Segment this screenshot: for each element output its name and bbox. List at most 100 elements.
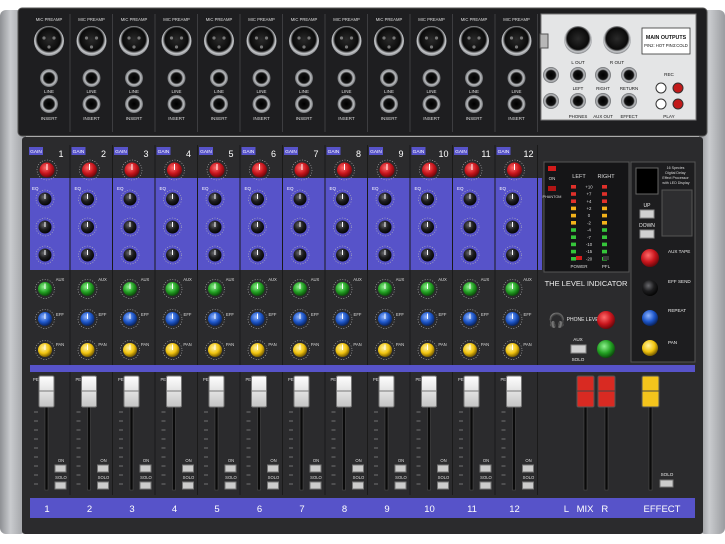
insert-jack-1[interactable] — [40, 95, 58, 113]
insert-jack-4[interactable] — [167, 95, 186, 113]
insert-jack-2[interactable] — [82, 95, 101, 113]
on-button-1[interactable] — [54, 464, 67, 473]
solo-button-7[interactable] — [309, 481, 322, 490]
eff-send-knob[interactable] — [642, 280, 658, 296]
line-jack-1[interactable] — [40, 69, 58, 87]
aux-tape-knob[interactable] — [641, 249, 659, 267]
line-label: LINE — [171, 89, 181, 94]
output-jack[interactable] — [621, 67, 637, 83]
xlr-input-8[interactable] — [331, 26, 362, 56]
line-jack-5[interactable] — [210, 69, 228, 87]
output-jack[interactable] — [543, 67, 559, 83]
xlr-input-2[interactable] — [76, 26, 107, 56]
usb-port[interactable] — [539, 33, 549, 49]
on-button-4[interactable] — [182, 464, 194, 473]
insert-jack-10[interactable] — [422, 95, 441, 113]
xlr-input-10[interactable] — [416, 26, 447, 56]
xlr-input-3[interactable] — [119, 26, 149, 56]
line-jack-12[interactable] — [507, 69, 526, 87]
aux-solo-switch[interactable] — [570, 344, 587, 354]
solo-button-9[interactable] — [394, 481, 407, 490]
line-jack-7[interactable] — [295, 69, 313, 87]
on-button-7[interactable] — [309, 464, 322, 473]
on-button-11[interactable] — [479, 464, 492, 473]
bottom-channel-label-12: 12 — [509, 504, 520, 515]
r-out-xlr[interactable] — [603, 26, 631, 54]
line-jack-8[interactable] — [337, 69, 356, 87]
play-jack-white[interactable] — [655, 98, 667, 110]
solo-button-10[interactable] — [437, 481, 449, 490]
fx-desc-line: Digital Delay — [665, 171, 685, 175]
aux-label: AUX — [183, 277, 192, 282]
rec-jack-white[interactable] — [655, 82, 667, 94]
xlr-input-9[interactable] — [374, 26, 404, 56]
on-button-3[interactable] — [139, 464, 152, 473]
on-button-8[interactable] — [352, 464, 364, 473]
xlr-input-12[interactable] — [501, 26, 532, 56]
solo-button-3[interactable] — [139, 481, 152, 490]
on-button-9[interactable] — [394, 464, 407, 473]
repeat-knob[interactable] — [642, 310, 658, 326]
on-button-12[interactable] — [522, 464, 534, 473]
output-jack[interactable] — [570, 93, 586, 109]
insert-jack-5[interactable] — [210, 95, 228, 113]
mic-preamp-label: MIC PREAMP — [121, 17, 148, 22]
insert-jack-6[interactable] — [252, 95, 271, 113]
line-jack-10[interactable] — [422, 69, 441, 87]
insert-jack-8[interactable] — [337, 95, 356, 113]
xlr-input-4[interactable] — [161, 26, 192, 56]
line-jack-2[interactable] — [82, 69, 101, 87]
solo-button-2[interactable] — [97, 481, 109, 490]
line-jack-11[interactable] — [465, 69, 483, 87]
solo-button-5[interactable] — [224, 481, 237, 490]
on-button-5[interactable] — [224, 464, 237, 473]
output-jack[interactable] — [570, 67, 586, 83]
pan-label: PAN — [353, 342, 361, 347]
on-button-6[interactable] — [267, 464, 279, 473]
effect-solo-button[interactable] — [659, 479, 674, 488]
output-jack[interactable] — [595, 67, 611, 83]
xlr-input-5[interactable] — [204, 26, 234, 56]
output-jack[interactable] — [595, 93, 611, 109]
xlr-input-7[interactable] — [289, 26, 319, 56]
solo-button-6[interactable] — [267, 481, 279, 490]
insert-jack-12[interactable] — [507, 95, 526, 113]
insert-jack-3[interactable] — [125, 95, 143, 113]
line-jack-4[interactable] — [167, 69, 186, 87]
xlr-input-6[interactable] — [246, 26, 277, 56]
on-button-10[interactable] — [437, 464, 449, 473]
insert-label: INSERT — [168, 116, 185, 121]
solo-button-11[interactable] — [479, 481, 492, 490]
solo-button-12[interactable] — [522, 481, 534, 490]
l-out-xlr[interactable] — [564, 26, 592, 54]
aux-label: AUX — [396, 277, 405, 282]
master-aux-knob[interactable] — [597, 340, 615, 358]
on-button-2[interactable] — [97, 464, 109, 473]
xlr-input-1[interactable] — [34, 26, 64, 56]
aux-label: AUX — [353, 277, 362, 282]
on-label: ON — [549, 176, 556, 181]
solo-button-1[interactable] — [54, 481, 67, 490]
master-pan-knob[interactable] — [642, 340, 658, 356]
xlr-input-11[interactable] — [459, 26, 489, 56]
meter-led-left — [571, 235, 576, 239]
rec-jack-red[interactable] — [672, 82, 684, 94]
insert-jack-9[interactable] — [380, 95, 398, 113]
down-button[interactable] — [639, 229, 655, 239]
line-jack-6[interactable] — [252, 69, 271, 87]
solo-label: SOLO — [438, 475, 450, 480]
insert-jack-7[interactable] — [295, 95, 313, 113]
solo-button-4[interactable] — [182, 481, 194, 490]
solo-button-8[interactable] — [352, 481, 364, 490]
output-jack[interactable] — [543, 93, 559, 109]
up-button[interactable] — [639, 209, 655, 219]
line-jack-3[interactable] — [125, 69, 143, 87]
phone-level-knob[interactable] — [597, 311, 615, 329]
play-jack-red[interactable] — [672, 98, 684, 110]
line-jack-9[interactable] — [380, 69, 398, 87]
output-jack[interactable] — [621, 93, 637, 109]
channel-number: 7 — [313, 149, 318, 159]
channel-number: 2 — [101, 149, 106, 159]
bottom-channel-label-4: 4 — [172, 504, 177, 515]
insert-jack-11[interactable] — [465, 95, 483, 113]
